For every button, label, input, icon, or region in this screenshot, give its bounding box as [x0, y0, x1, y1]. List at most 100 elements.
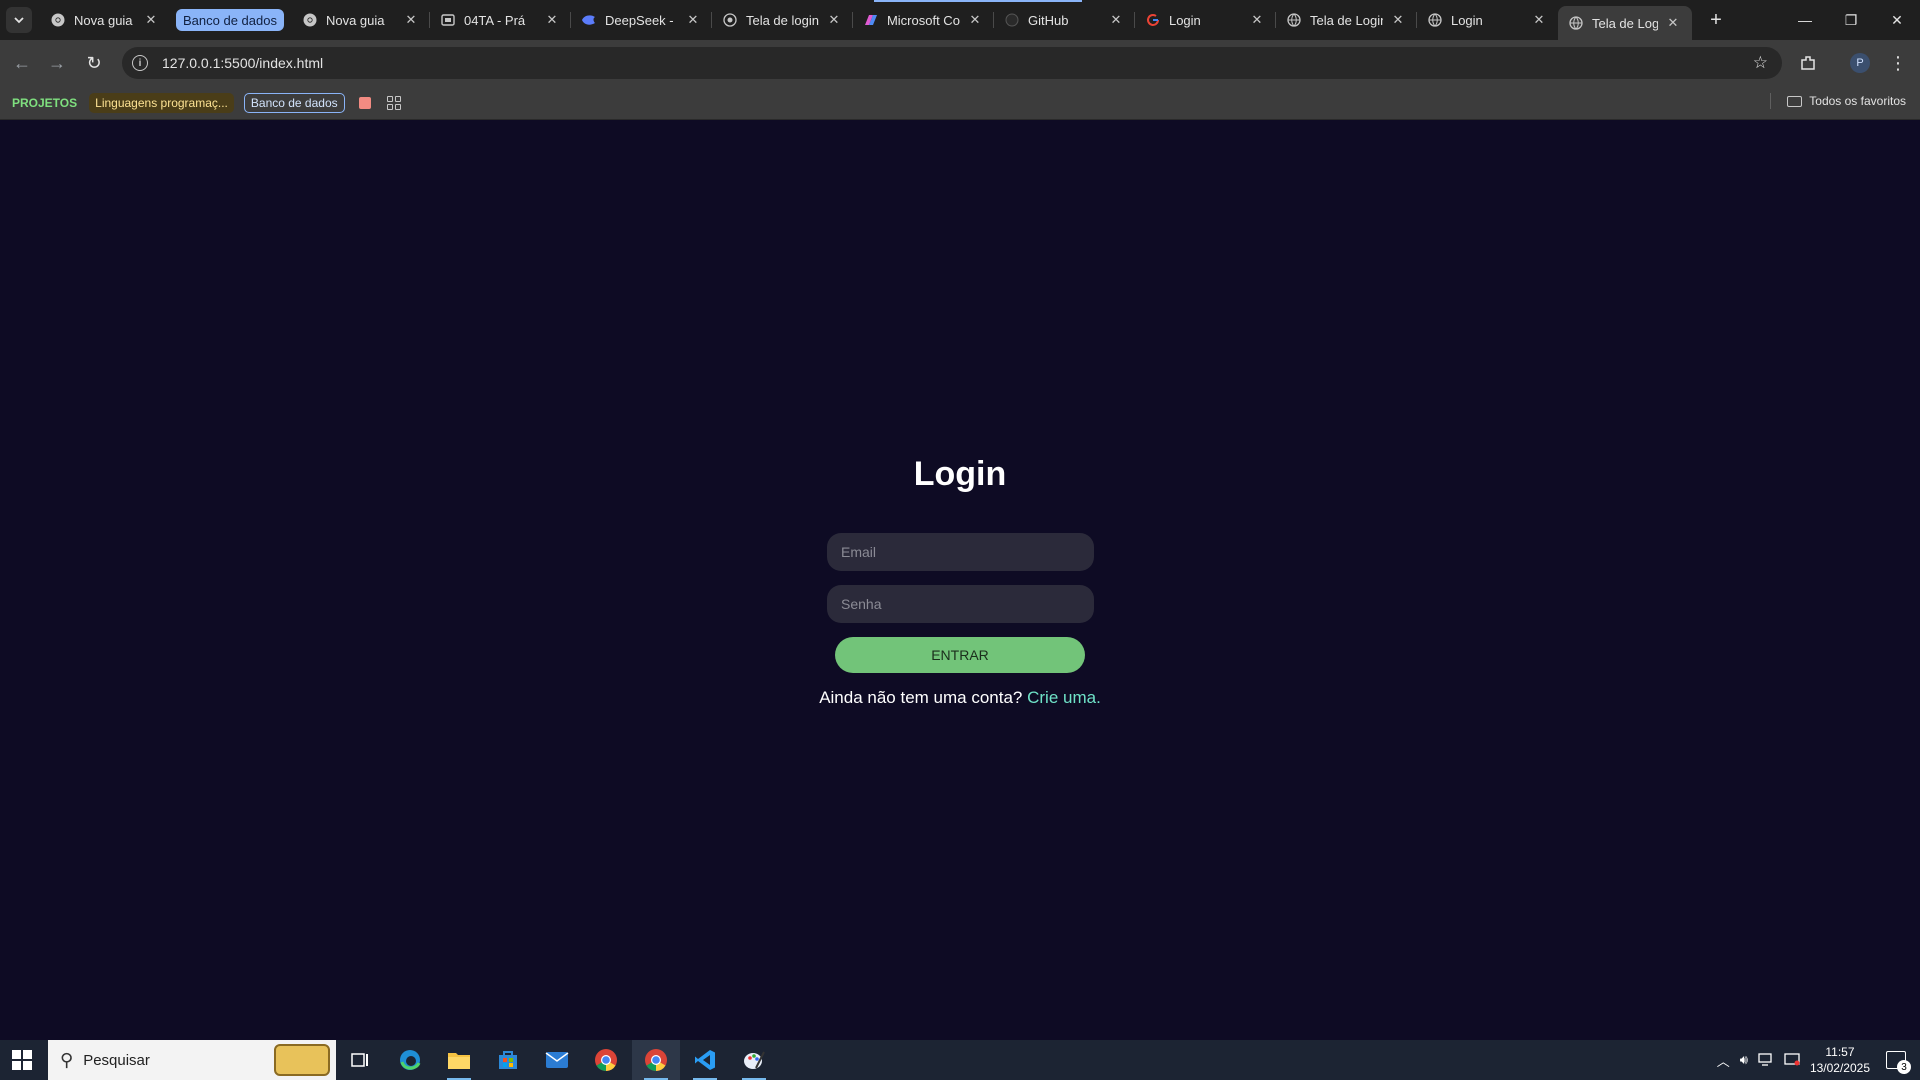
tab-title: DeepSeek - I — [604, 12, 678, 28]
page-content: Login ENTRAR Ainda não tem uma conta? Cr… — [0, 121, 1920, 1040]
globe-icon — [722, 12, 738, 28]
tab[interactable]: 04TA - Prá ✕ — [430, 0, 571, 40]
restore-icon[interactable]: ❐ — [1828, 0, 1874, 40]
email-field[interactable] — [827, 533, 1094, 571]
volume-icon[interactable]: 🔊︎ — [1740, 1052, 1748, 1068]
bookmarks-bar: PROJETOS Linguagens programaç... Banco d… — [0, 86, 1920, 120]
radio-widget-icon[interactable] — [274, 1044, 330, 1076]
minimize-icon[interactable]: — — [1782, 0, 1828, 40]
chevron-up-icon[interactable]: ︿ — [1717, 1051, 1730, 1070]
edge-icon[interactable] — [386, 1040, 434, 1080]
close-icon[interactable]: ✕ — [1664, 14, 1682, 32]
chevron-down-icon — [14, 17, 24, 24]
notification-count: 3 — [1897, 1060, 1911, 1074]
store-icon[interactable] — [484, 1040, 532, 1080]
site-info-icon[interactable]: i — [132, 55, 148, 71]
tab-title: GitHub — [1027, 12, 1069, 28]
deepseek-icon — [581, 12, 597, 28]
globe-icon — [1427, 12, 1443, 28]
tab[interactable]: Login ✕ — [1135, 0, 1276, 40]
close-icon[interactable]: ✕ — [825, 11, 843, 29]
tab-title: 04TA - Prá — [463, 12, 526, 28]
display-icon[interactable] — [1784, 1052, 1800, 1069]
close-icon[interactable]: ✕ — [684, 11, 702, 29]
menu-kebab-icon[interactable]: ⋮ — [1884, 49, 1912, 77]
globe-icon — [1568, 15, 1584, 31]
close-icon[interactable]: ✕ — [1107, 11, 1125, 29]
tab[interactable]: Tela de Login ✕ — [1276, 0, 1417, 40]
clock-date: 13/02/2025 — [1809, 1061, 1870, 1075]
tab[interactable]: Nova guia ✕ — [40, 0, 170, 40]
avatar: P — [1850, 53, 1870, 73]
apps-grid-icon[interactable] — [386, 95, 401, 110]
tab-active[interactable]: Tela de Login ✕ — [1557, 6, 1692, 40]
paint-icon[interactable] — [730, 1040, 778, 1080]
search-icon: ⚲ — [60, 1049, 74, 1070]
tab-list: Nova guia ✕ Banco de dados Nova guia ✕ 0… — [40, 0, 1692, 40]
reload-icon[interactable]: ↻ — [80, 49, 108, 77]
address-url[interactable]: 127.0.0.1:5500/index.html — [162, 55, 323, 71]
copilot-icon — [863, 12, 879, 28]
taskbar: ⚲ Pesquisar ︿ 🔊︎ 11:57 13/02/2025 3 — [0, 1040, 1920, 1080]
bookmark-red-square-icon[interactable] — [358, 96, 371, 109]
close-icon[interactable]: ✕ — [142, 11, 160, 29]
chrome-profile-icon[interactable] — [632, 1040, 680, 1080]
taskbar-search[interactable]: ⚲ Pesquisar — [48, 1040, 336, 1080]
close-icon[interactable]: ✕ — [1389, 11, 1407, 29]
extensions-icon[interactable] — [1794, 49, 1822, 77]
close-icon[interactable]: ✕ — [543, 11, 561, 29]
entrar-button[interactable]: ENTRAR — [835, 637, 1085, 673]
close-icon[interactable]: ✕ — [1248, 11, 1266, 29]
folder-icon — [1787, 95, 1803, 107]
address-bar[interactable]: i 127.0.0.1:5500/index.html ☆ — [122, 47, 1782, 79]
google-icon — [1145, 12, 1161, 28]
close-window-icon[interactable]: ✕ — [1874, 0, 1920, 40]
bookmark-banco-de-dados[interactable]: Banco de dados — [243, 92, 345, 113]
window-controls: — ❐ ✕ — [1782, 0, 1920, 40]
task-view-icon[interactable] — [336, 1040, 384, 1080]
new-tab-button[interactable]: + — [1704, 8, 1728, 32]
tab[interactable]: Login ✕ — [1417, 0, 1558, 40]
system-tray: ︿ 🔊︎ 11:57 13/02/2025 3 — [1717, 1040, 1920, 1080]
clock[interactable]: 11:57 13/02/2025 — [1810, 1044, 1870, 1076]
tab[interactable]: Nova guia ✕ — [292, 0, 430, 40]
tab-title: Login — [1450, 12, 1483, 28]
close-icon[interactable]: ✕ — [402, 11, 420, 29]
chrome-icon — [302, 12, 318, 28]
tab[interactable]: Tela de login ✕ — [712, 0, 853, 40]
tab[interactable]: Microsoft Co ✕ — [853, 0, 994, 40]
chrome-icon[interactable] — [582, 1040, 630, 1080]
mail-icon[interactable] — [533, 1040, 581, 1080]
forward-arrow-icon[interactable]: → — [43, 49, 71, 77]
bookmark-projetos[interactable]: PROJETOS — [10, 93, 79, 113]
vscode-icon[interactable] — [681, 1040, 729, 1080]
windows-start-icon[interactable] — [12, 1050, 32, 1070]
back-arrow-icon[interactable]: ← — [8, 49, 36, 77]
notifications-icon[interactable]: 3 — [1886, 1051, 1911, 1074]
network-icon[interactable] — [1758, 1052, 1774, 1069]
all-favorites[interactable]: Todos os favoritos — [1770, 93, 1906, 109]
bookmark-star-icon[interactable]: ☆ — [1753, 53, 1768, 73]
login-title: Login — [913, 455, 1007, 493]
close-icon[interactable]: ✕ — [966, 11, 984, 29]
tab-strip: Nova guia ✕ Banco de dados Nova guia ✕ 0… — [0, 0, 1920, 40]
slides-icon — [440, 12, 456, 28]
tab-search-button[interactable] — [6, 7, 32, 33]
bookmarks-divider — [1770, 93, 1772, 109]
tab-group-chip[interactable]: Banco de dados — [176, 9, 284, 31]
close-icon[interactable]: ✕ — [1530, 11, 1548, 29]
signup-text: Ainda não tem uma conta? — [819, 688, 1023, 707]
github-icon — [1004, 12, 1020, 28]
clock-time: 11:57 — [1825, 1045, 1855, 1059]
signup-prompt: Ainda não tem uma conta? Crie uma. — [0, 688, 1920, 708]
file-explorer-icon[interactable] — [435, 1040, 483, 1080]
tab-title: Microsoft Co — [886, 12, 960, 28]
tab-title: Tela de login — [745, 12, 819, 28]
profile-button[interactable]: P — [1846, 49, 1874, 77]
tab[interactable]: GitHub ✕ — [994, 0, 1135, 40]
password-field[interactable] — [827, 585, 1094, 623]
signup-link[interactable]: Crie uma. — [1027, 688, 1101, 707]
bookmark-linguagens[interactable]: Linguagens programaç... — [89, 92, 234, 113]
tab[interactable]: DeepSeek - I ✕ — [571, 0, 712, 40]
tab-title: Nova guia — [74, 12, 133, 28]
